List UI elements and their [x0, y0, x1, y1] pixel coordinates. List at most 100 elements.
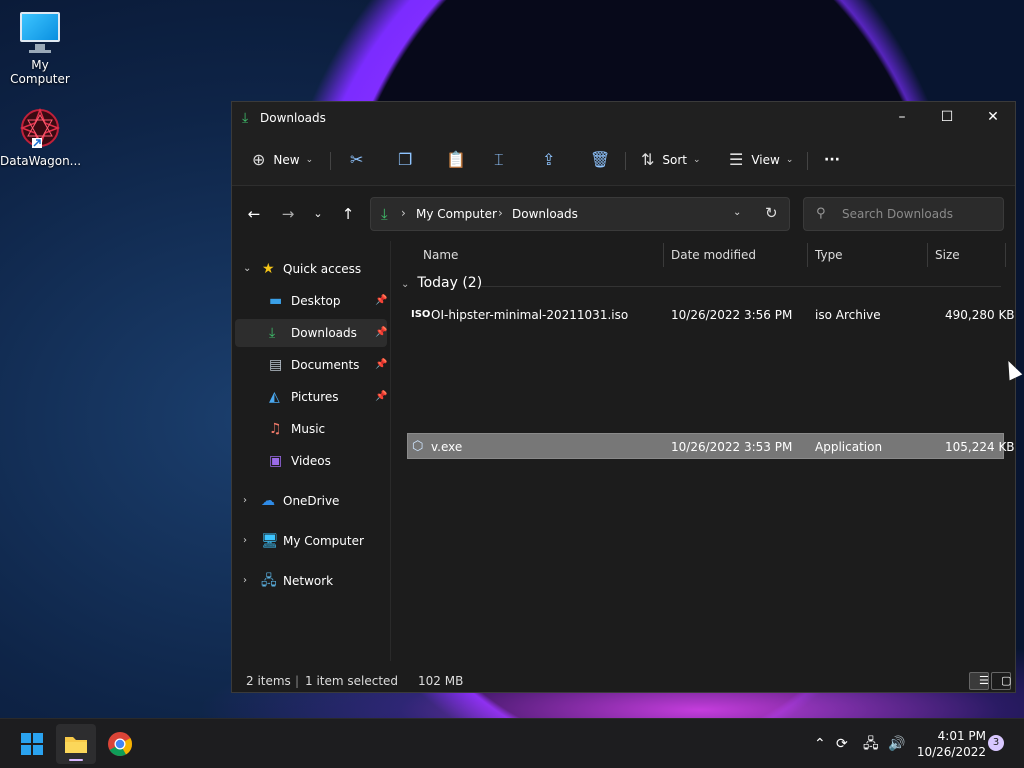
title-bar[interactable]: ⤓ Downloads – ☐ ✕ [232, 102, 1015, 134]
show-hidden-icons-button[interactable]: ⌃ [814, 719, 826, 768]
desktop-icon-label: DataWagon... [0, 154, 82, 168]
arrow-right-icon: → [281, 205, 295, 223]
column-divider[interactable] [1005, 243, 1006, 267]
status-bar: 2 items | 1 item selected 102 MB ☰ ▢ [232, 670, 1015, 692]
refresh-icon[interactable]: ↻ [765, 204, 778, 222]
volume-icon[interactable]: 🔊 [888, 719, 905, 768]
file-list: Name Date modified Type Size ⌄ Today (2) … [391, 241, 1015, 764]
forward-button[interactable]: → [274, 201, 302, 227]
table-row-selected[interactable]: ⬡ v.exe 10/26/2022 3:53 PM Application 1… [407, 433, 1015, 459]
close-button[interactable]: ✕ [970, 102, 1016, 134]
desktop-icon-my-computer[interactable]: My Computer [0, 10, 80, 86]
app-file-icon: ⬡ [412, 439, 424, 454]
sidebar-item-videos[interactable]: ▣ Videos [235, 447, 387, 475]
sidebar-item-pictures[interactable]: ◭ Pictures 📌 [235, 383, 387, 411]
chevron-down-icon: ⌄ [401, 279, 410, 290]
group-divider [481, 286, 1001, 287]
more-options-button[interactable]: ··· [824, 146, 840, 174]
address-history-chevron-icon[interactable]: ⌄ [733, 207, 741, 218]
view-list-icon: ☰ [729, 150, 744, 169]
sidebar-item-downloads[interactable]: ⤓ Downloads 📌 [235, 319, 387, 347]
download-icon: ⤓ [269, 325, 276, 341]
rename-button[interactable]: ⌶ [494, 146, 504, 174]
arrow-left-icon: ← [247, 205, 261, 223]
sidebar-item-documents[interactable]: ▤ Documents 📌 [235, 351, 387, 379]
view-button[interactable]: ☰ View ⌄ [729, 146, 793, 174]
datawagon-shortcut-icon [18, 106, 62, 150]
music-icon: ♫ [269, 421, 282, 437]
table-row[interactable]: ISO OI-hipster-minimal-20211031.iso 10/2… [407, 302, 1015, 328]
taskbar: ⌃ ⟳ 🖧 🔊 4:01 PM 10/26/2022 [0, 718, 1024, 768]
update-status-icon[interactable]: ⟳ [836, 719, 848, 768]
breadcrumb-chevron-icon: › [498, 206, 503, 220]
breadcrumb-my-computer[interactable]: My Computer [416, 207, 497, 221]
chevron-right-icon: › [243, 495, 247, 506]
sort-button[interactable]: ⇅ Sort ⌄ [641, 146, 701, 174]
tiles-view-icon: ▢ [1001, 674, 1012, 687]
sidebar-item-onedrive[interactable]: › ☁ OneDrive [235, 487, 387, 515]
desktop-icon-datawagon[interactable]: DataWagon... [0, 106, 82, 168]
recent-locations-button[interactable]: ⌄ [304, 201, 332, 227]
minimize-button[interactable]: – [879, 102, 925, 134]
column-divider[interactable] [663, 243, 664, 267]
documents-icon: ▤ [269, 357, 283, 373]
search-icon: ⚲ [816, 206, 826, 221]
details-view-button[interactable]: ☰ [969, 672, 989, 690]
paste-button[interactable]: 📋 [446, 146, 466, 174]
cut-button[interactable]: ✂ [350, 146, 363, 174]
chevron-right-icon: › [243, 535, 247, 546]
up-button[interactable]: ↑ [334, 201, 362, 227]
search-input[interactable] [842, 205, 992, 223]
file-type: Application [815, 440, 883, 454]
taskbar-chrome[interactable] [100, 724, 140, 764]
sidebar-item-network[interactable]: › 🖧 Network [235, 567, 387, 595]
chevron-down-icon: ⌄ [785, 155, 794, 165]
pin-icon[interactable]: 📌 [375, 287, 387, 315]
back-button[interactable]: ← [240, 201, 268, 227]
notification-badge[interactable]: 3 [988, 735, 1004, 751]
share-button[interactable]: ⇪ [542, 146, 555, 174]
file-size: 490,280 KB [945, 308, 1015, 322]
folder-icon [65, 737, 87, 761]
sidebar-item-music[interactable]: ♫ Music [235, 415, 387, 443]
pin-icon[interactable]: 📌 [375, 351, 387, 379]
chevron-right-icon: › [243, 575, 247, 586]
column-header-name[interactable]: Name [423, 241, 458, 269]
toolbar-divider [807, 152, 808, 170]
column-divider[interactable] [927, 243, 928, 267]
iso-file-icon: ISO [411, 309, 431, 320]
search-box[interactable]: ⚲ [803, 197, 1004, 231]
onedrive-icon: ☁ [261, 493, 275, 509]
download-icon: ⤓ [381, 205, 388, 223]
address-bar[interactable]: ⤓ › My Computer › Downloads ⌄ ↻ [370, 197, 790, 231]
file-date: 10/26/2022 3:56 PM [671, 308, 793, 322]
sidebar-item-my-computer[interactable]: › 🖥 My Computer [235, 527, 387, 555]
group-header-today[interactable]: ⌄ Today (2) [401, 275, 482, 291]
chevron-up-icon: ⌃ [814, 736, 826, 752]
network-status-icon[interactable]: 🖧 [863, 719, 879, 768]
file-date: 10/26/2022 3:53 PM [671, 440, 793, 454]
column-header-type[interactable]: Type [815, 241, 843, 269]
column-header-date[interactable]: Date modified [671, 241, 756, 269]
sidebar-item-quick-access[interactable]: ⌄ ★ Quick access [235, 255, 387, 283]
desktop-icon-label: My Computer [10, 58, 70, 86]
delete-button[interactable]: 🗑 [590, 146, 610, 174]
window-title: Downloads [260, 111, 326, 125]
file-size: 105,224 KB [945, 440, 1015, 454]
start-button[interactable] [12, 724, 52, 764]
pin-icon[interactable]: 📌 [375, 319, 387, 347]
column-header-size[interactable]: Size [935, 241, 960, 269]
taskbar-clock[interactable]: 4:01 PM 10/26/2022 [912, 728, 986, 760]
taskbar-file-explorer[interactable] [56, 724, 96, 764]
copy-button[interactable]: ❐ [398, 146, 412, 174]
pin-icon[interactable]: 📌 [375, 383, 387, 411]
pictures-icon: ◭ [269, 389, 280, 405]
maximize-button[interactable]: ☐ [924, 102, 970, 134]
sidebar-item-desktop[interactable]: ▬ Desktop 📌 [235, 287, 387, 315]
breadcrumb-downloads[interactable]: Downloads [512, 207, 578, 221]
chevron-down-icon: ⌄ [693, 155, 701, 165]
clock-time: 4:01 PM [937, 729, 986, 743]
new-button[interactable]: ⊕ New ⌄ [252, 146, 313, 174]
tiles-view-button[interactable]: ▢ [991, 672, 1011, 690]
column-divider[interactable] [807, 243, 808, 267]
